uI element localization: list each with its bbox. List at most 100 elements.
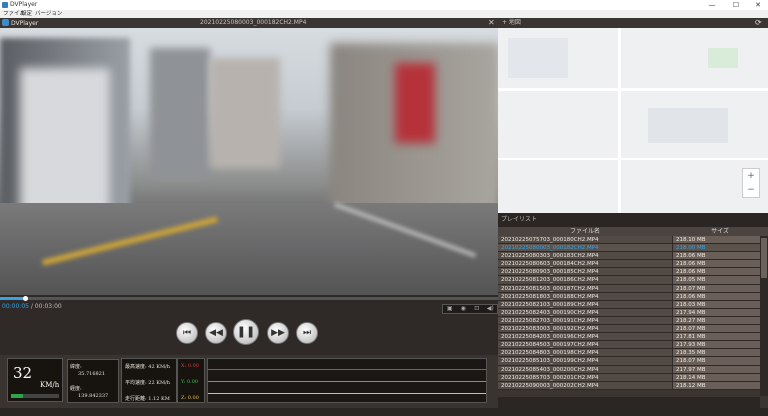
playlist-row-filename: 20210225082103_000189CH2.MP4 (498, 300, 672, 308)
playlist-row-filename: 20210225084503_000197CH2.MP4 (498, 341, 672, 349)
playlist-row[interactable]: 20210225083003_000192CH2.MP4 218.07 MB (498, 325, 760, 334)
video-view[interactable] (0, 28, 498, 295)
playlist-row[interactable]: 20210225082403_000190CH2.MP4 217.94 MB (498, 308, 760, 317)
playlist-row-size: 217.97 MB (672, 365, 760, 373)
column-header-size[interactable]: サイズ (672, 227, 768, 236)
playlist-row-filename: 20210225080903_000185CH2.MP4 (498, 268, 672, 276)
playlist-row-size: 218.10 MB (672, 236, 760, 244)
app-header: DVPlayer 20210225080003_000182CH2.MP4 ✕ … (0, 18, 768, 28)
playlist-row-filename: 20210225081503_000187CH2.MP4 (498, 284, 672, 292)
playlist-row[interactable]: 20210225085703_000201CH2.MP4 218.14 MB (498, 373, 760, 382)
playlist-row-size: 218.07 MB (672, 325, 760, 333)
playlist-row[interactable]: 20210225080903_000185CH2.MP4 218.06 MB (498, 268, 760, 277)
scrollbar-thumb[interactable] (761, 238, 767, 278)
playlist-row[interactable]: 20210225080003_000182CH2.MP4 218.00 MB (498, 244, 760, 253)
playlist-row[interactable]: 20210225084203_000196CH2.MP4 217.81 MB (498, 333, 760, 342)
speed-unit: KM/h (40, 381, 60, 389)
refresh-icon[interactable]: ⟳ (755, 18, 762, 28)
zoom-in-button[interactable]: + (743, 169, 759, 183)
playlist-row-size: 218.12 MB (672, 381, 760, 389)
playlist-row[interactable]: 20210225081203_000186CH2.MP4 218.05 MB (498, 276, 760, 285)
playlist-row-filename: 20210225080003_000182CH2.MP4 (498, 244, 672, 252)
speed-meter-fill (11, 394, 23, 398)
playlist-row[interactable]: 20210225090003_000202CH2.MP4 218.12 MB (498, 381, 760, 390)
logo-icon (2, 19, 9, 26)
rewind-button[interactable]: ◀◀ (205, 322, 227, 344)
playlist-row-size: 218.07 MB (672, 284, 760, 292)
speed-meter (11, 394, 59, 398)
g-sensor-x: X: 0.00 (181, 363, 199, 369)
telemetry-panel: 32 KM/h 緯度: 35.716821 経度: 139.842337 最高速… (0, 355, 498, 408)
playlist-scrollbar[interactable] (760, 236, 768, 396)
fast-forward-button[interactable]: ▶▶ (267, 322, 289, 344)
playlist-row[interactable]: 20210225082703_000191CH2.MP4 218.27 MB (498, 316, 760, 326)
average-speed: 平均速度: 22 KM/h (125, 380, 170, 386)
playlist-row-size: 217.81 MB (672, 333, 760, 341)
playlist-row[interactable]: 20210225085103_000199CH2.MP4 218.07 MB (498, 357, 760, 366)
seek-progress (0, 297, 25, 300)
playlist-row-filename: 20210225085103_000199CH2.MP4 (498, 357, 672, 365)
playlist-header: ファイル名 サイズ (498, 227, 768, 236)
playlist-row-filename: 20210225082703_000191CH2.MP4 (498, 316, 672, 325)
view-tools: ▣ ◉ ⊡ ◀) (442, 304, 498, 314)
playlist-row-filename: 20210225090003_000202CH2.MP4 (498, 381, 672, 389)
playlist-rows: 20210225075703_000180CH2.MP4 218.10 MB 202… (498, 236, 760, 396)
latitude-label: 緯度: (70, 364, 82, 370)
playlist-row-filename: 20210225084803_000198CH2.MP4 (498, 349, 672, 357)
playlist-row[interactable]: 20210225080303_000183CH2.MP4 218.06 MB (498, 252, 760, 261)
longitude-label: 経度: (70, 386, 82, 392)
map-zoom-control: + − (742, 168, 760, 198)
playlist-footer (498, 397, 760, 408)
g-sensor-y-line (208, 381, 486, 382)
playlist-title: プレイリスト (498, 213, 768, 227)
close-panel-icon[interactable]: ✕ (488, 18, 495, 28)
window-title: DVPlayer (10, 1, 38, 8)
playlist-row[interactable]: 20210225080603_000184CH2.MP4 218.06 MB (498, 260, 760, 269)
playlist-row-size: 218.14 MB (672, 373, 760, 381)
playlist-row-filename: 20210225084203_000196CH2.MP4 (498, 333, 672, 341)
pause-button[interactable]: ❚❚ (233, 319, 259, 345)
seek-handle[interactable] (22, 296, 28, 301)
menubar: ファイル 設定 バージョン (0, 10, 768, 18)
menu-settings[interactable]: 設定 (21, 10, 32, 18)
volume-icon[interactable]: ◀) (484, 305, 498, 313)
playlist-row[interactable]: 20210225075703_000180CH2.MP4 218.10 MB (498, 236, 760, 245)
brand-label: DVPlayer (11, 20, 39, 27)
window-titlebar: DVPlayer — ☐ ✕ (0, 0, 768, 10)
close-button[interactable]: ✕ (750, 0, 766, 10)
playlist-row-filename: 20210225080303_000183CH2.MP4 (498, 252, 672, 260)
playlist-row-size: 218.07 MB (672, 357, 760, 365)
record-icon[interactable]: ◉ (457, 305, 471, 313)
next-button[interactable]: ⏭ (296, 322, 318, 344)
column-header-filename[interactable]: ファイル名 (498, 227, 672, 236)
maximize-button[interactable]: ☐ (728, 0, 744, 10)
seek-bar[interactable] (0, 296, 498, 301)
g-sensor-z: Z: 0.00 (181, 395, 199, 401)
previous-button[interactable]: ⏮ (176, 322, 198, 344)
zoom-out-button[interactable]: − (743, 183, 759, 197)
playlist-row-size: 218.06 MB (672, 268, 760, 276)
snapshot-icon[interactable]: ▣ (443, 305, 457, 313)
g-sensor-z-line (208, 393, 486, 394)
fullscreen-icon[interactable]: ⊡ (470, 305, 484, 313)
playback-time: 00:00:05 / 00:03:00 (2, 303, 62, 311)
brand: DVPlayer (2, 19, 38, 27)
playlist-row-filename: 20210225081203_000186CH2.MP4 (498, 276, 672, 284)
playlist-row-size: 218.05 MB (672, 276, 760, 284)
playlist-row-size: 217.93 MB (672, 341, 760, 349)
playlist-row-size: 218.00 MB (672, 244, 760, 252)
playlist-row[interactable]: 20210225081803_000188CH2.MP4 218.06 MB (498, 292, 760, 301)
playlist-row[interactable]: 20210225084503_000197CH2.MP4 217.93 MB (498, 341, 760, 350)
playlist-row[interactable]: 20210225085403_000200CH2.MP4 217.97 MB (498, 365, 760, 374)
minimize-button[interactable]: — (704, 0, 720, 10)
playlist-row[interactable]: 20210225084803_000198CH2.MP4 218.35 MB (498, 349, 760, 358)
menu-version[interactable]: バージョン (35, 10, 62, 18)
playlist-row-size: 218.27 MB (672, 316, 760, 325)
playlist-row-filename: 20210225080603_000184CH2.MP4 (498, 260, 672, 268)
gps-coordinates: 緯度: 35.716821 経度: 139.842337 (67, 359, 119, 403)
map-view[interactable]: + − (498, 28, 768, 213)
playlist-row[interactable]: 20210225081503_000187CH2.MP4 218.07 MB (498, 284, 760, 293)
playlist-row-size: 217.94 MB (672, 308, 760, 316)
current-file-name: 20210225080003_000182CH2.MP4 (200, 19, 307, 26)
playlist-row[interactable]: 20210225082103_000189CH2.MP4 218.03 MB (498, 300, 760, 309)
